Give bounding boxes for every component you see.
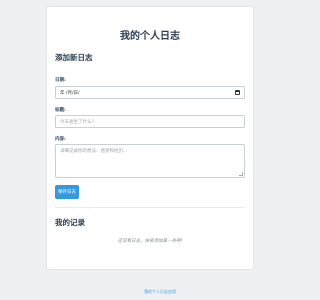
footer-text: 我的个人日志应用	[144, 289, 176, 294]
content-placeholder: 详细记录你的想法、感受和经历...	[60, 149, 128, 154]
empty-records-message: 还没有日志，快来添加第一条吧!	[117, 239, 183, 244]
content-field[interactable]: 详细记录你的想法、感受和经历...	[55, 144, 245, 178]
content-label: 内容:	[55, 137, 66, 142]
date-label: 日期:	[55, 78, 66, 83]
title-placeholder: 今天发生了什么?	[60, 119, 94, 125]
date-value: 年 /月/日/	[60, 90, 80, 96]
journal-card: 我的个人日志 添加新日志 日期: 年 /月/日/ 标题: 今天发生了什么? 内容…	[47, 7, 253, 269]
title-label: 标题:	[55, 108, 66, 113]
date-field[interactable]: 年 /月/日/	[55, 86, 245, 99]
resize-grip-icon[interactable]	[239, 172, 243, 176]
records-heading: 我的记录	[55, 218, 85, 227]
calendar-icon[interactable]	[235, 90, 240, 95]
add-entry-heading: 添加新日志	[55, 53, 93, 62]
save-button[interactable]: 保存日志	[55, 185, 79, 199]
section-divider	[55, 207, 245, 208]
title-field[interactable]: 今天发生了什么?	[55, 115, 245, 128]
page-title: 我的个人日志	[120, 31, 180, 42]
